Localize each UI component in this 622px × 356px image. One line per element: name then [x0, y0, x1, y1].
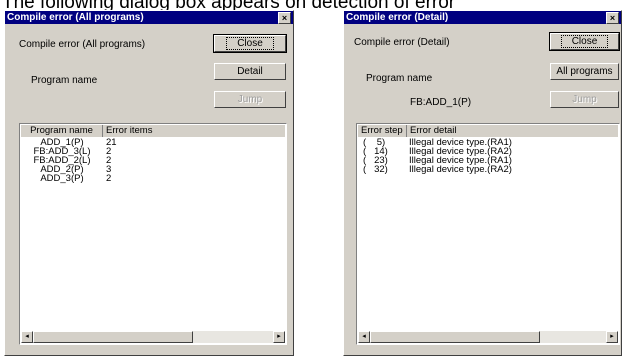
dialog-title: Compile error (All programs) — [7, 12, 144, 23]
program-name-value: FB:ADD_1(P) — [410, 97, 472, 108]
dialog-title: Compile error (Detail) — [346, 12, 449, 23]
horizontal-scrollbar[interactable]: ◂ ▸ — [358, 331, 618, 343]
list-header: Program name Error items — [21, 125, 285, 137]
list-rows: ADD_1(P) 21 FB:ADD_3(L) 2 FB:ADD_2(L) 2 ADD_2(… — [22, 138, 284, 184]
jump-button: Jump — [214, 91, 286, 108]
list-item[interactable]: ( 32) Illegal device type.(RA2) — [359, 164, 617, 175]
error-step-cell: ( 32) — [363, 164, 388, 175]
program-name-cell: ADD_3(P) — [40, 173, 84, 184]
close-button[interactable]: Close — [549, 32, 620, 51]
scroll-left-icon[interactable]: ◂ — [21, 331, 33, 343]
scroll-thumb[interactable] — [33, 331, 193, 343]
column-header-error-step[interactable]: Error step — [358, 125, 407, 137]
message-label: Compile error (All programs) — [19, 39, 146, 50]
jump-button: Jump — [550, 91, 619, 108]
horizontal-scrollbar[interactable]: ◂ ▸ — [21, 331, 285, 343]
close-button[interactable]: Close — [213, 34, 287, 53]
list-header: Error step Error detail — [358, 125, 618, 137]
column-header-error-detail[interactable]: Error detail — [407, 125, 620, 137]
error-detail-list[interactable]: Error step Error detail ( 5) Illegal devi… — [356, 123, 620, 345]
close-icon[interactable]: × — [606, 12, 619, 24]
column-header-error-items[interactable]: Error items — [103, 125, 287, 137]
list-rows: ( 5) Illegal device type.(RA1)( 14) Illega… — [359, 138, 617, 175]
column-header-program-name[interactable]: Program name — [21, 125, 103, 137]
dialog-compile-error-detail: Compile error (Detail) × Compile error (… — [343, 10, 622, 356]
all-programs-button[interactable]: All programs — [550, 63, 619, 80]
error-detail-cell: Illegal device type.(RA2) — [409, 164, 512, 175]
program-name-label: Program name — [366, 73, 433, 84]
scroll-right-icon[interactable]: ▸ — [606, 331, 618, 343]
scroll-thumb[interactable] — [370, 331, 540, 343]
detail-button[interactable]: Detail — [214, 63, 286, 80]
scroll-left-icon[interactable]: ◂ — [358, 331, 370, 343]
close-icon[interactable]: × — [278, 12, 291, 24]
message-label: Compile error (Detail) — [354, 37, 450, 48]
dialog-title-bar[interactable]: Compile error (All programs) × — [5, 11, 293, 24]
program-error-list[interactable]: Program name Error items ADD_1(P) 21 FB:AD… — [19, 123, 287, 345]
program-name-label: Program name — [31, 75, 98, 86]
scroll-right-icon[interactable]: ▸ — [273, 331, 285, 343]
error-count-cell: 2 — [106, 173, 112, 184]
list-item[interactable]: ADD_3(P) 2 — [22, 173, 284, 184]
dialog-title-bar[interactable]: Compile error (Detail) × — [344, 11, 621, 24]
dialog-compile-error-all: Compile error (All programs) × Compile e… — [4, 10, 294, 356]
